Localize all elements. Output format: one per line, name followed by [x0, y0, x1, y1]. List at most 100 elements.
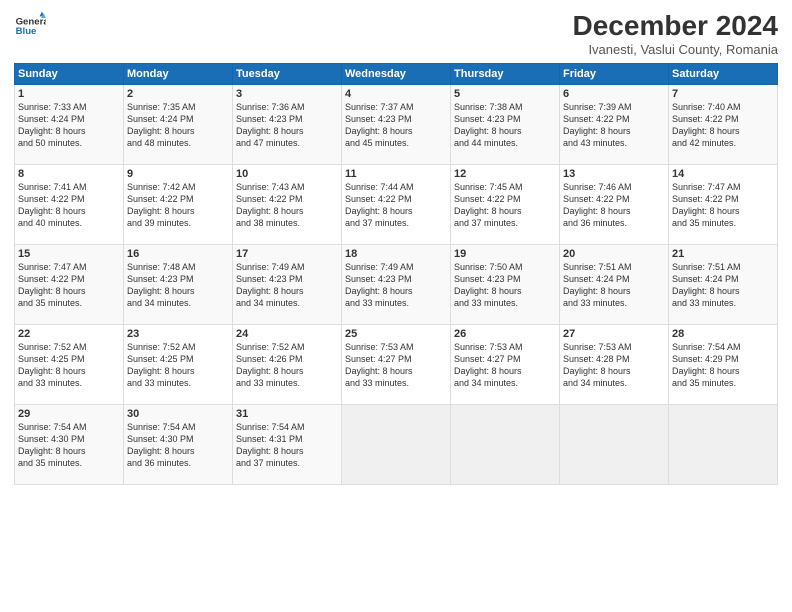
day-info: Sunrise: 7:42 AM Sunset: 4:22 PM Dayligh… — [127, 181, 229, 230]
day-cell: 31Sunrise: 7:54 AM Sunset: 4:31 PM Dayli… — [233, 405, 342, 485]
day-number: 19 — [454, 248, 556, 260]
day-number: 26 — [454, 328, 556, 340]
month-title: December 2024 — [573, 10, 778, 42]
day-cell: 20Sunrise: 7:51 AM Sunset: 4:24 PM Dayli… — [560, 245, 669, 325]
day-cell — [669, 405, 778, 485]
day-cell — [451, 405, 560, 485]
week-row-3: 15Sunrise: 7:47 AM Sunset: 4:22 PM Dayli… — [15, 245, 778, 325]
day-number: 1 — [18, 88, 120, 100]
day-info: Sunrise: 7:45 AM Sunset: 4:22 PM Dayligh… — [454, 181, 556, 230]
day-number: 7 — [672, 88, 774, 100]
day-info: Sunrise: 7:48 AM Sunset: 4:23 PM Dayligh… — [127, 261, 229, 310]
day-number: 30 — [127, 408, 229, 420]
day-cell: 22Sunrise: 7:52 AM Sunset: 4:25 PM Dayli… — [15, 325, 124, 405]
day-cell: 14Sunrise: 7:47 AM Sunset: 4:22 PM Dayli… — [669, 165, 778, 245]
day-cell: 11Sunrise: 7:44 AM Sunset: 4:22 PM Dayli… — [342, 165, 451, 245]
day-info: Sunrise: 7:46 AM Sunset: 4:22 PM Dayligh… — [563, 181, 665, 230]
day-info: Sunrise: 7:49 AM Sunset: 4:23 PM Dayligh… — [345, 261, 447, 310]
page: General Blue December 2024 Ivanesti, Vas… — [0, 0, 792, 612]
day-info: Sunrise: 7:52 AM Sunset: 4:25 PM Dayligh… — [18, 341, 120, 390]
day-cell: 8Sunrise: 7:41 AM Sunset: 4:22 PM Daylig… — [15, 165, 124, 245]
day-cell: 27Sunrise: 7:53 AM Sunset: 4:28 PM Dayli… — [560, 325, 669, 405]
day-cell: 18Sunrise: 7:49 AM Sunset: 4:23 PM Dayli… — [342, 245, 451, 325]
day-cell: 13Sunrise: 7:46 AM Sunset: 4:22 PM Dayli… — [560, 165, 669, 245]
day-cell: 4Sunrise: 7:37 AM Sunset: 4:23 PM Daylig… — [342, 85, 451, 165]
logo-icon: General Blue — [14, 10, 46, 42]
header-day-monday: Monday — [124, 64, 233, 85]
day-cell: 12Sunrise: 7:45 AM Sunset: 4:22 PM Dayli… — [451, 165, 560, 245]
day-info: Sunrise: 7:36 AM Sunset: 4:23 PM Dayligh… — [236, 101, 338, 150]
day-info: Sunrise: 7:47 AM Sunset: 4:22 PM Dayligh… — [672, 181, 774, 230]
header-day-tuesday: Tuesday — [233, 64, 342, 85]
day-cell: 25Sunrise: 7:53 AM Sunset: 4:27 PM Dayli… — [342, 325, 451, 405]
day-cell: 9Sunrise: 7:42 AM Sunset: 4:22 PM Daylig… — [124, 165, 233, 245]
calendar-header: SundayMondayTuesdayWednesdayThursdayFrid… — [15, 64, 778, 85]
day-number: 24 — [236, 328, 338, 340]
day-cell: 1Sunrise: 7:33 AM Sunset: 4:24 PM Daylig… — [15, 85, 124, 165]
day-number: 8 — [18, 168, 120, 180]
day-info: Sunrise: 7:50 AM Sunset: 4:23 PM Dayligh… — [454, 261, 556, 310]
day-info: Sunrise: 7:54 AM Sunset: 4:31 PM Dayligh… — [236, 421, 338, 470]
day-info: Sunrise: 7:41 AM Sunset: 4:22 PM Dayligh… — [18, 181, 120, 230]
day-cell: 21Sunrise: 7:51 AM Sunset: 4:24 PM Dayli… — [669, 245, 778, 325]
day-cell: 26Sunrise: 7:53 AM Sunset: 4:27 PM Dayli… — [451, 325, 560, 405]
day-number: 16 — [127, 248, 229, 260]
header: General Blue December 2024 Ivanesti, Vas… — [14, 10, 778, 57]
week-row-4: 22Sunrise: 7:52 AM Sunset: 4:25 PM Dayli… — [15, 325, 778, 405]
day-number: 11 — [345, 168, 447, 180]
day-number: 14 — [672, 168, 774, 180]
day-cell: 5Sunrise: 7:38 AM Sunset: 4:23 PM Daylig… — [451, 85, 560, 165]
location: Ivanesti, Vaslui County, Romania — [573, 42, 778, 57]
header-day-thursday: Thursday — [451, 64, 560, 85]
week-row-2: 8Sunrise: 7:41 AM Sunset: 4:22 PM Daylig… — [15, 165, 778, 245]
day-info: Sunrise: 7:54 AM Sunset: 4:30 PM Dayligh… — [127, 421, 229, 470]
day-cell: 30Sunrise: 7:54 AM Sunset: 4:30 PM Dayli… — [124, 405, 233, 485]
day-info: Sunrise: 7:33 AM Sunset: 4:24 PM Dayligh… — [18, 101, 120, 150]
day-info: Sunrise: 7:38 AM Sunset: 4:23 PM Dayligh… — [454, 101, 556, 150]
day-info: Sunrise: 7:54 AM Sunset: 4:30 PM Dayligh… — [18, 421, 120, 470]
calendar-body: 1Sunrise: 7:33 AM Sunset: 4:24 PM Daylig… — [15, 85, 778, 485]
day-info: Sunrise: 7:54 AM Sunset: 4:29 PM Dayligh… — [672, 341, 774, 390]
day-number: 21 — [672, 248, 774, 260]
day-number: 10 — [236, 168, 338, 180]
logo: General Blue — [14, 10, 46, 42]
day-number: 5 — [454, 88, 556, 100]
day-number: 29 — [18, 408, 120, 420]
day-cell: 2Sunrise: 7:35 AM Sunset: 4:24 PM Daylig… — [124, 85, 233, 165]
day-number: 2 — [127, 88, 229, 100]
header-day-saturday: Saturday — [669, 64, 778, 85]
day-info: Sunrise: 7:49 AM Sunset: 4:23 PM Dayligh… — [236, 261, 338, 310]
day-cell: 23Sunrise: 7:52 AM Sunset: 4:25 PM Dayli… — [124, 325, 233, 405]
day-cell: 16Sunrise: 7:48 AM Sunset: 4:23 PM Dayli… — [124, 245, 233, 325]
header-day-wednesday: Wednesday — [342, 64, 451, 85]
day-number: 17 — [236, 248, 338, 260]
day-number: 31 — [236, 408, 338, 420]
day-cell: 15Sunrise: 7:47 AM Sunset: 4:22 PM Dayli… — [15, 245, 124, 325]
day-cell: 29Sunrise: 7:54 AM Sunset: 4:30 PM Dayli… — [15, 405, 124, 485]
day-number: 12 — [454, 168, 556, 180]
week-row-5: 29Sunrise: 7:54 AM Sunset: 4:30 PM Dayli… — [15, 405, 778, 485]
day-number: 3 — [236, 88, 338, 100]
day-cell: 10Sunrise: 7:43 AM Sunset: 4:22 PM Dayli… — [233, 165, 342, 245]
day-number: 28 — [672, 328, 774, 340]
day-cell — [342, 405, 451, 485]
day-info: Sunrise: 7:47 AM Sunset: 4:22 PM Dayligh… — [18, 261, 120, 310]
day-info: Sunrise: 7:53 AM Sunset: 4:27 PM Dayligh… — [345, 341, 447, 390]
day-number: 20 — [563, 248, 665, 260]
day-number: 9 — [127, 168, 229, 180]
day-number: 4 — [345, 88, 447, 100]
header-day-friday: Friday — [560, 64, 669, 85]
week-row-1: 1Sunrise: 7:33 AM Sunset: 4:24 PM Daylig… — [15, 85, 778, 165]
day-number: 15 — [18, 248, 120, 260]
day-info: Sunrise: 7:35 AM Sunset: 4:24 PM Dayligh… — [127, 101, 229, 150]
day-cell: 6Sunrise: 7:39 AM Sunset: 4:22 PM Daylig… — [560, 85, 669, 165]
header-row: SundayMondayTuesdayWednesdayThursdayFrid… — [15, 64, 778, 85]
calendar-table: SundayMondayTuesdayWednesdayThursdayFrid… — [14, 63, 778, 485]
day-info: Sunrise: 7:53 AM Sunset: 4:28 PM Dayligh… — [563, 341, 665, 390]
day-cell: 28Sunrise: 7:54 AM Sunset: 4:29 PM Dayli… — [669, 325, 778, 405]
day-number: 6 — [563, 88, 665, 100]
day-cell: 3Sunrise: 7:36 AM Sunset: 4:23 PM Daylig… — [233, 85, 342, 165]
svg-text:Blue: Blue — [16, 26, 37, 37]
day-cell: 24Sunrise: 7:52 AM Sunset: 4:26 PM Dayli… — [233, 325, 342, 405]
header-day-sunday: Sunday — [15, 64, 124, 85]
